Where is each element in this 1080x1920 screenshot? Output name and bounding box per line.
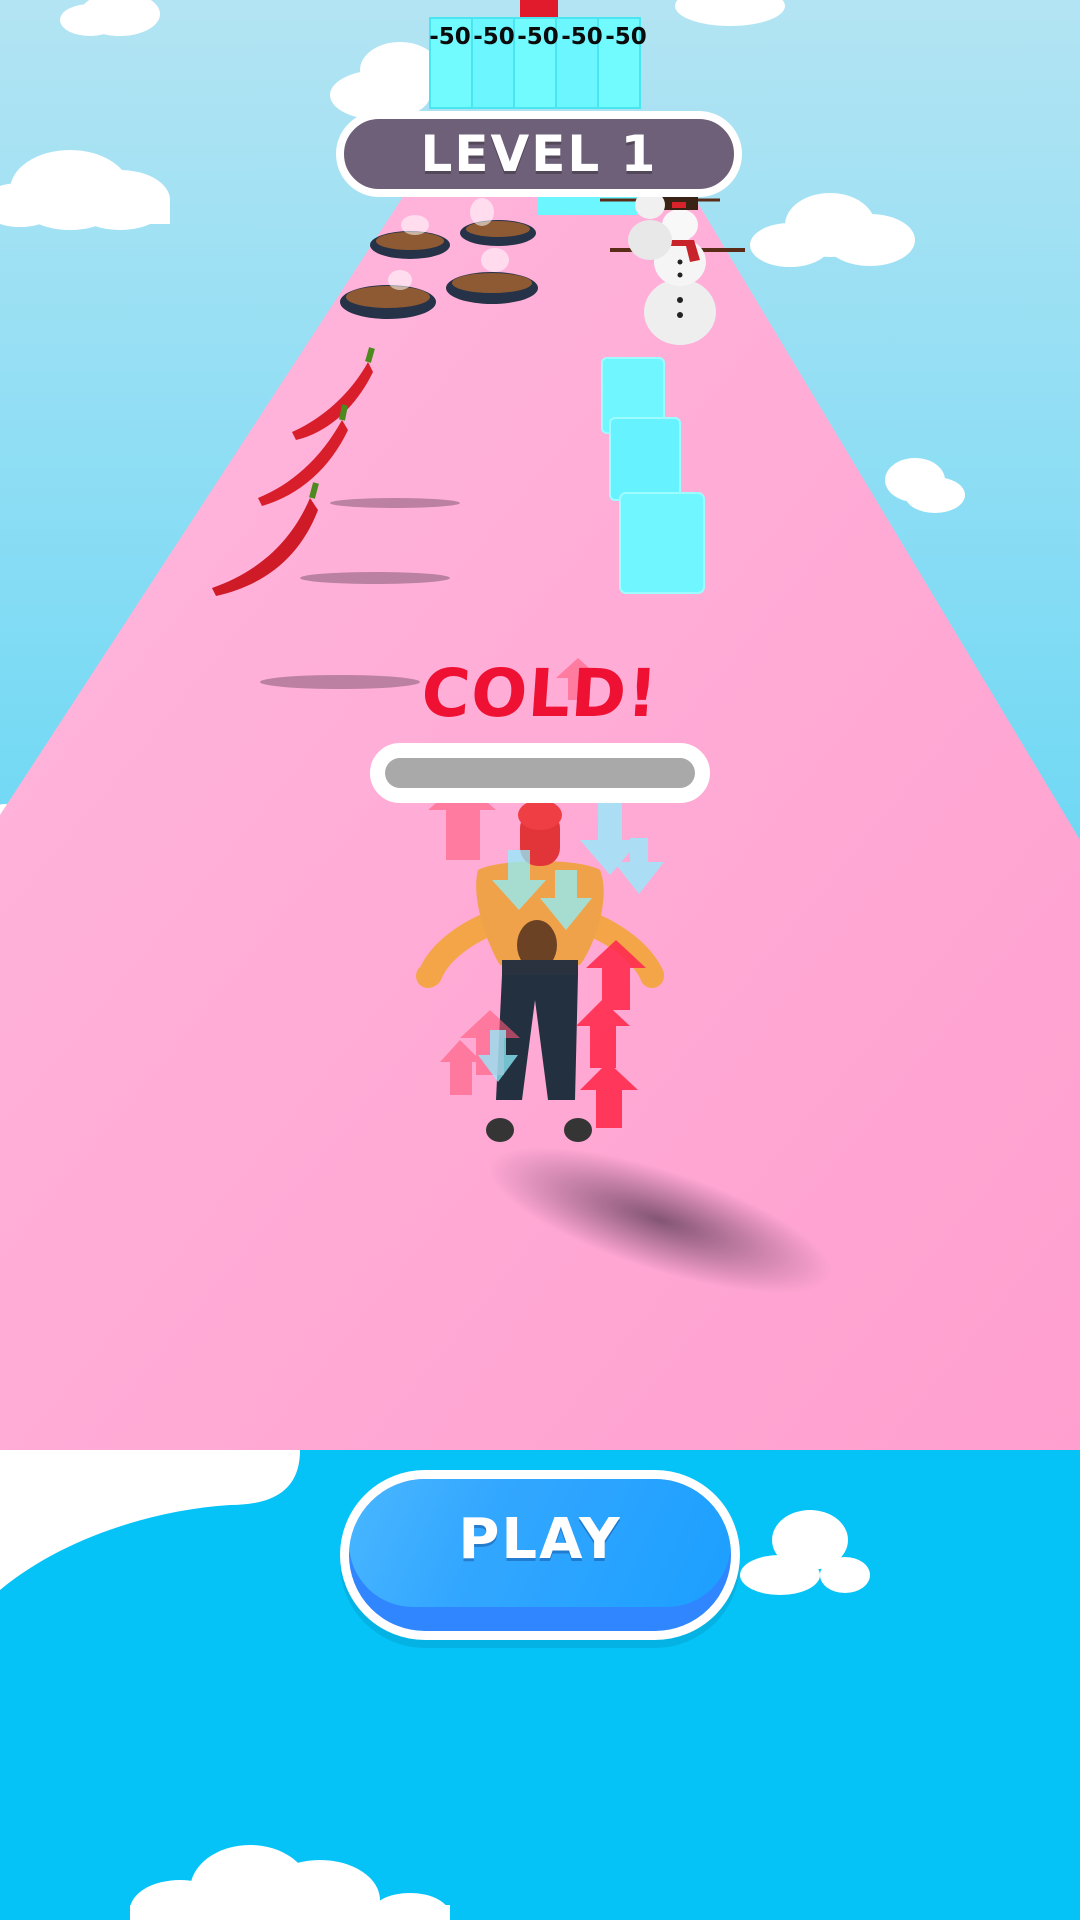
hot-pan-icon <box>370 231 450 259</box>
gate-label: -50 <box>605 24 647 50</box>
hot-pan-icon <box>340 285 436 319</box>
hot-pan-icon <box>446 272 538 304</box>
temperature-bar <box>370 743 710 803</box>
gate-labels: -50 -50 -50 -50 -50 <box>428 24 648 50</box>
ice-cube-icon <box>609 417 681 501</box>
level-label: LEVEL 1 <box>420 125 658 183</box>
play-button-label: PLAY <box>458 1507 622 1572</box>
ice-cube-icon <box>619 492 705 594</box>
temperature-status: COLD! <box>419 655 661 732</box>
gate-label: -50 <box>561 24 603 50</box>
gate-label: -50 <box>517 24 559 50</box>
level-indicator: LEVEL 1 <box>336 111 742 197</box>
temperature-bar-track <box>385 758 695 788</box>
play-button[interactable]: PLAY <box>340 1470 740 1640</box>
gate-label: -50 <box>429 24 471 50</box>
hot-pan-icon <box>460 220 536 246</box>
gate-label: -50 <box>473 24 515 50</box>
